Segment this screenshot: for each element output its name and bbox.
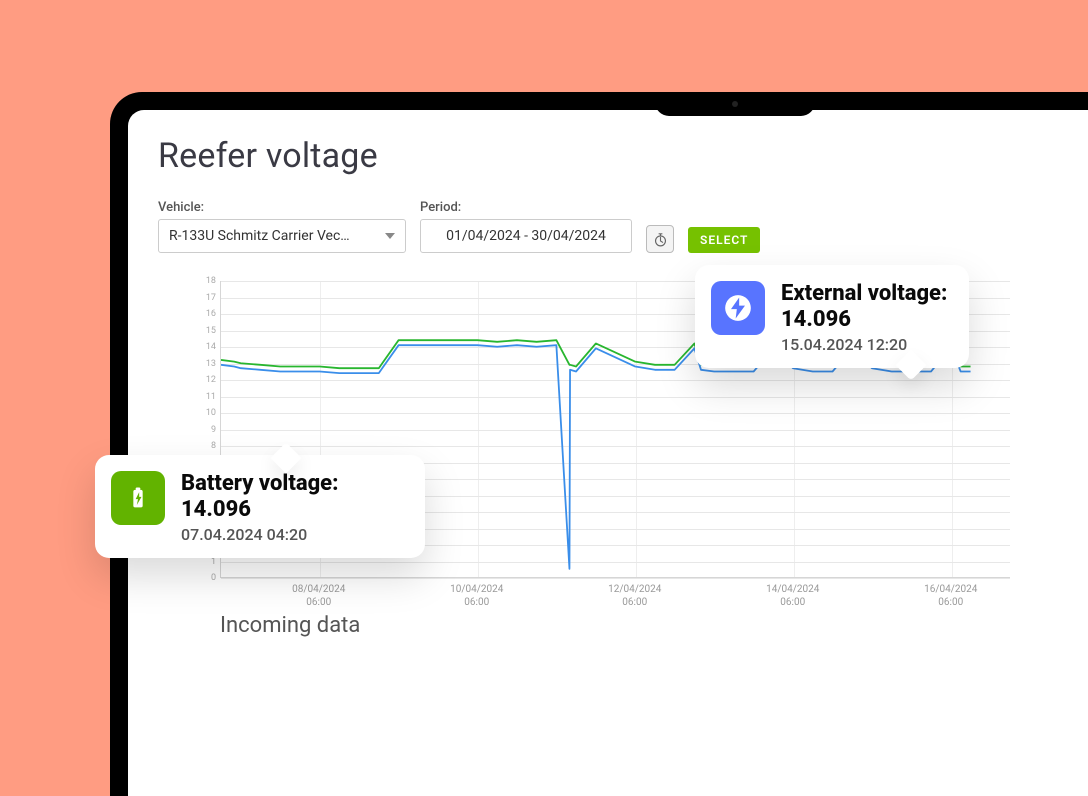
tooltip-title: External voltage:: [781, 281, 947, 306]
stopwatch-icon: [652, 231, 669, 248]
app-screen: Reefer voltage Vehicle: R-133U Schmitz C…: [128, 110, 1088, 796]
vehicle-select[interactable]: R-133U Schmitz Carrier Vec…: [158, 219, 406, 253]
period-input[interactable]: 01/04/2024 - 30/04/2024: [420, 219, 632, 253]
tooltip-timestamp: 15.04.2024 12:20: [781, 335, 947, 354]
x-axis-ticks: 08/04/202406:00 10/04/202406:00 12/04/2024…: [220, 584, 1010, 614]
laptop-notch: [655, 92, 815, 116]
tooltip-timestamp: 07.04.2024 04:20: [181, 525, 339, 544]
bolt-icon: [711, 281, 765, 335]
battery-icon: [111, 471, 165, 525]
vehicle-value: R-133U Schmitz Carrier Vec…: [169, 228, 350, 244]
x-tick-label: 10/04/202406:00: [450, 584, 503, 609]
tooltip-value: 14.096: [181, 497, 251, 522]
vehicle-field: Vehicle: R-133U Schmitz Carrier Vec…: [158, 200, 406, 253]
select-button-label: SELECT: [700, 233, 748, 247]
x-tick-label: 08/04/202406:00: [292, 584, 345, 609]
tooltip-title: Battery voltage:: [181, 471, 339, 496]
tooltip-value: 14.096: [781, 307, 851, 332]
laptop-frame: Reefer voltage Vehicle: R-133U Schmitz C…: [110, 92, 1088, 796]
tooltip-external-voltage: External voltage: 14.096 15.04.2024 12:2…: [695, 265, 969, 368]
x-tick-label: 16/04/202406:00: [924, 584, 977, 609]
time-preset-button[interactable]: [646, 225, 674, 253]
tooltip-battery-voltage: Battery voltage: 14.096 07.04.2024 04:20: [95, 455, 425, 558]
vehicle-label: Vehicle:: [158, 200, 406, 215]
page-title: Reefer voltage: [158, 136, 1088, 176]
chevron-down-icon: [385, 233, 395, 239]
select-button[interactable]: SELECT: [688, 227, 760, 253]
period-label: Period:: [420, 200, 632, 215]
incoming-data-label: Incoming data: [220, 613, 360, 638]
x-tick-label: 12/04/202406:00: [608, 584, 661, 609]
x-tick-label: 14/04/202406:00: [766, 584, 819, 609]
filter-controls: Vehicle: R-133U Schmitz Carrier Vec… Per…: [158, 200, 1088, 253]
period-value: 01/04/2024 - 30/04/2024: [446, 228, 606, 244]
period-field: Period: 01/04/2024 - 30/04/2024: [420, 200, 632, 253]
